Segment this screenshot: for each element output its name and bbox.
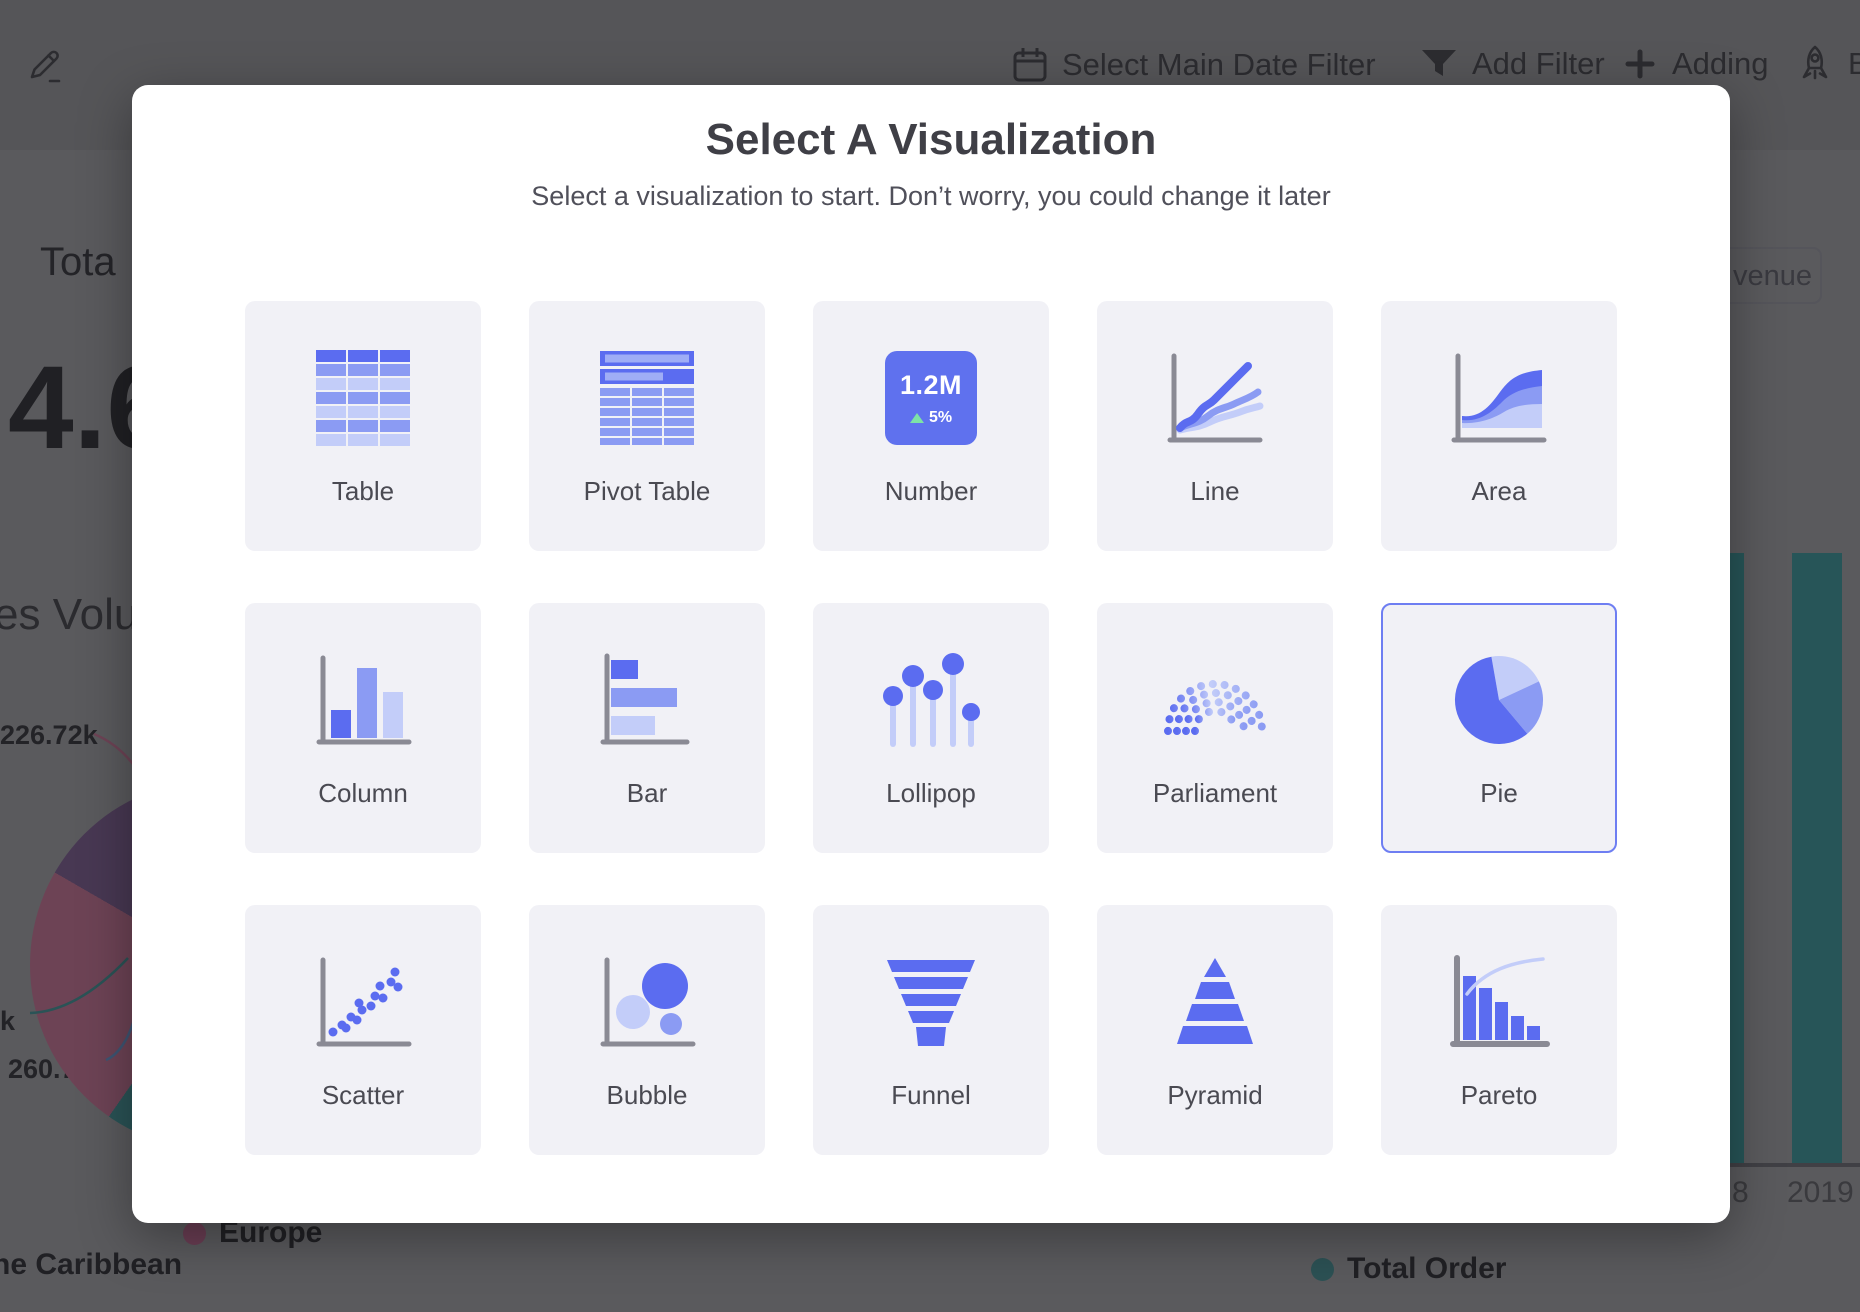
- backdrop-pie-label-mid-partial: k: [0, 1006, 15, 1037]
- viz-tile-pyramid[interactable]: Pyramid: [1097, 905, 1333, 1155]
- viz-tile-table[interactable]: Table: [245, 301, 481, 551]
- backdrop-card-title-partial: Tota: [40, 240, 116, 285]
- backdrop-bar-2019: [1792, 553, 1842, 1163]
- backdrop-tick-2019: 2019: [1787, 1176, 1854, 1210]
- boost-label-partial: B: [1848, 46, 1860, 82]
- viz-tile-label: Pareto: [1461, 1082, 1538, 1108]
- viz-tile-label: Pyramid: [1167, 1082, 1262, 1108]
- legend-label-caribbean-partial: ne Caribbean: [0, 1248, 182, 1282]
- rocket-icon: [1796, 44, 1834, 84]
- viz-tile-label: Lollipop: [886, 780, 976, 806]
- number-preview-delta: 5%: [929, 409, 952, 427]
- number-kpi-icon: 1.2M 5%: [885, 348, 977, 448]
- viz-tile-label: Number: [885, 478, 977, 504]
- visualization-tile-grid: Table: [245, 301, 1617, 1155]
- bubble-chart-icon: [597, 952, 697, 1052]
- funnel-icon: [1420, 47, 1458, 81]
- viz-tile-label: Table: [332, 478, 394, 504]
- viz-tile-bar[interactable]: Bar: [529, 603, 765, 853]
- viz-tile-label: Funnel: [891, 1082, 971, 1108]
- viz-tile-pie[interactable]: Pie: [1381, 603, 1617, 853]
- viz-tile-pareto[interactable]: Pareto: [1381, 905, 1617, 1155]
- viz-tile-label: Line: [1190, 478, 1239, 504]
- number-preview-value: 1.2M: [900, 370, 962, 401]
- legend-item-total-order[interactable]: Total Order: [1311, 1252, 1506, 1286]
- scatter-chart-icon: [313, 952, 413, 1052]
- viz-tile-line[interactable]: Line: [1097, 301, 1333, 551]
- pareto-chart-icon: [1447, 952, 1551, 1052]
- area-chart-icon: [1448, 348, 1550, 448]
- select-main-date-filter-label: Select Main Date Filter: [1062, 47, 1376, 83]
- modal-subtitle: Select a visualization to start. Don’t w…: [132, 181, 1730, 212]
- viz-tile-bubble[interactable]: Bubble: [529, 905, 765, 1155]
- legend-dot-europe: [183, 1222, 206, 1245]
- column-chart-icon: [313, 650, 413, 750]
- backdrop-tick-2018-partial: 8: [1732, 1176, 1749, 1210]
- viz-tile-funnel[interactable]: Funnel: [813, 905, 1049, 1155]
- revenue-toggle-label-partial: venue: [1733, 260, 1812, 293]
- viz-tile-label: Pivot Table: [584, 478, 711, 504]
- viz-tile-parliament[interactable]: Parliament: [1097, 603, 1333, 853]
- select-main-date-filter-button[interactable]: Select Main Date Filter: [1012, 46, 1376, 84]
- pivot-table-icon: [600, 348, 694, 448]
- calendar-icon: [1012, 46, 1048, 84]
- adding-label: Adding: [1672, 46, 1769, 82]
- lollipop-chart-icon: [877, 650, 985, 750]
- add-filter-button[interactable]: Add Filter: [1420, 46, 1605, 82]
- legend-item-caribbean[interactable]: ne Caribbean: [0, 1248, 182, 1282]
- viz-tile-label: Bubble: [607, 1082, 688, 1108]
- viz-tile-area[interactable]: Area: [1381, 301, 1617, 551]
- pyramid-chart-icon: [1160, 952, 1270, 1052]
- add-filter-label: Add Filter: [1472, 46, 1605, 82]
- adding-button[interactable]: Adding: [1622, 46, 1769, 82]
- viz-tile-label: Scatter: [322, 1082, 404, 1108]
- viz-tile-label: Bar: [627, 780, 667, 806]
- viz-tile-label: Column: [318, 780, 408, 806]
- screen: Select Main Date Filter Add Filter Addin…: [0, 0, 1860, 1312]
- viz-tile-column[interactable]: Column: [245, 603, 481, 853]
- bar-chart-icon: [597, 650, 697, 750]
- backdrop-section-title-partial: es Volu: [0, 590, 138, 640]
- modal-title: Select A Visualization: [132, 115, 1730, 165]
- plus-icon: [1622, 46, 1658, 82]
- viz-tile-lollipop[interactable]: Lollipop: [813, 603, 1049, 853]
- viz-tile-pivot-table[interactable]: Pivot Table: [529, 301, 765, 551]
- viz-tile-label: Pie: [1480, 780, 1518, 806]
- pie-chart-icon: [1444, 650, 1554, 750]
- boost-button[interactable]: B: [1796, 44, 1860, 84]
- viz-tile-label: Area: [1472, 478, 1527, 504]
- backdrop-pie-label-top: 226.72k: [0, 720, 98, 751]
- funnel-chart-icon: [876, 952, 986, 1052]
- parliament-chart-icon: [1160, 650, 1270, 750]
- legend-label-total-order: Total Order: [1347, 1252, 1506, 1286]
- line-chart-icon: [1164, 348, 1266, 448]
- edit-button[interactable]: [26, 48, 64, 86]
- viz-tile-number[interactable]: 1.2M 5% Number: [813, 301, 1049, 551]
- select-visualization-modal: Select A Visualization Select a visualiz…: [132, 85, 1730, 1223]
- table-chart-icon: [316, 348, 410, 448]
- legend-dot-total-order: [1311, 1258, 1334, 1281]
- viz-tile-scatter[interactable]: Scatter: [245, 905, 481, 1155]
- delta-up-icon: [910, 413, 924, 423]
- viz-tile-label: Parliament: [1153, 780, 1277, 806]
- pencil-icon: [26, 48, 64, 86]
